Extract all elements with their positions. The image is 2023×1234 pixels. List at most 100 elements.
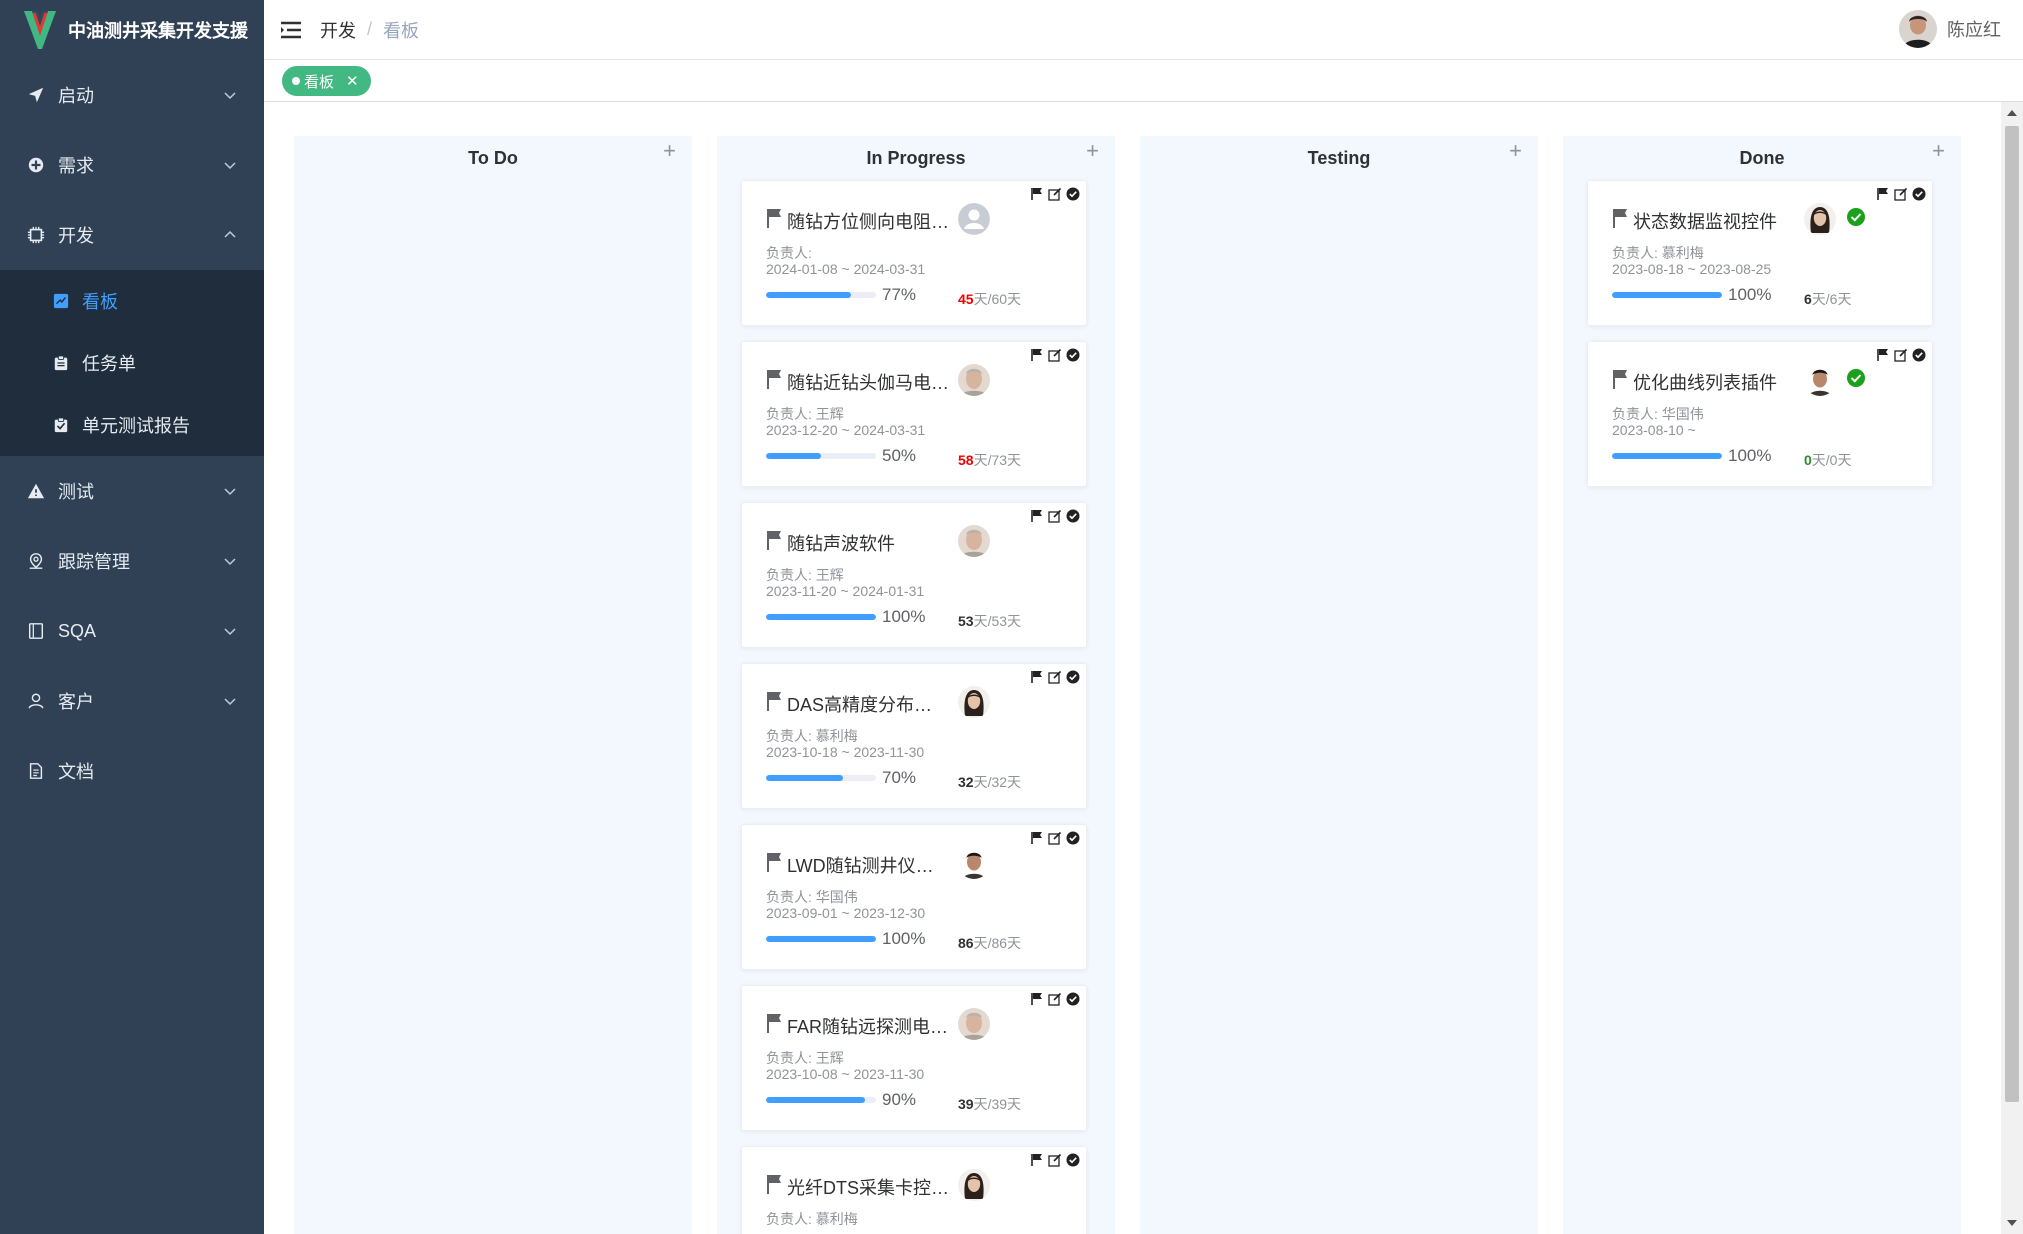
task-card[interactable]: 光纤DTS采集卡控… 负责人: 慕利梅 (741, 1146, 1087, 1234)
sidebar-item-label: 需求 (58, 156, 94, 176)
complete-check-icon[interactable] (1066, 348, 1080, 367)
card-dates: 2024-01-08 ~ 2024-03-31 (766, 261, 926, 277)
edit-icon[interactable] (1894, 348, 1908, 367)
breadcrumb-item-development[interactable]: 开发 (320, 17, 356, 43)
breadcrumb-separator: / (367, 19, 373, 39)
sidebar-item-task-list[interactable]: 任务单 (0, 332, 264, 394)
sidebar-item-sqa[interactable]: SQA (0, 596, 264, 666)
complete-check-icon[interactable] (1912, 348, 1926, 367)
vertical-scrollbar[interactable] (2001, 102, 2023, 1234)
sidebar: 中油测井采集开发支援 启动 需求 开发 看板 任务单 单元测试报告 测试 跟踪管… (0, 0, 264, 1234)
progress: 90% (766, 1090, 916, 1110)
scrollbar-thumb[interactable] (2005, 126, 2019, 1102)
sidebar-item-startup[interactable]: 启动 (0, 60, 264, 130)
card-title[interactable]: 随钻声波软件 (766, 529, 895, 556)
progress-percent: 100% (1728, 285, 1772, 304)
add-card-icon[interactable]: + (663, 140, 676, 162)
days-counter: 0天/0天 (1804, 450, 1851, 470)
flag-icon[interactable] (1876, 187, 1890, 206)
progress-bar (766, 775, 876, 781)
flag-icon[interactable] (1030, 831, 1044, 850)
add-card-icon[interactable]: + (1086, 140, 1099, 162)
progress-bar (1612, 453, 1722, 459)
sidebar-item-documents[interactable]: 文档 (0, 736, 264, 806)
edit-icon[interactable] (1048, 348, 1062, 367)
flag-icon[interactable] (1030, 992, 1044, 1011)
card-dates: 2023-09-01 ~ 2023-12-30 (766, 905, 926, 921)
document-icon (26, 761, 46, 781)
card-title[interactable]: 优化曲线列表插件 (1612, 368, 1777, 395)
days-used: 6 (1804, 291, 1812, 307)
task-card[interactable]: DAS高精度分布… 负责人: 慕利梅 2023-10-18 ~ 2023-11-30… (741, 663, 1087, 809)
task-card[interactable]: LWD随钻测井仪… 负责人: 华国伟 2023-09-01 ~ 2023-12-30… (741, 824, 1087, 970)
flag-icon[interactable] (1030, 187, 1044, 206)
card-title[interactable]: 状态数据监视控件 (1612, 207, 1777, 234)
add-card-icon[interactable]: + (1509, 140, 1522, 162)
card-title[interactable]: FAR随钻远探测电… (766, 1012, 948, 1039)
progress-percent: 77% (882, 285, 917, 304)
sidebar-item-unit-test-report[interactable]: 单元测试报告 (0, 394, 264, 456)
add-card-icon[interactable]: + (1932, 140, 1945, 162)
sidebar-item-board[interactable]: 看板 (0, 270, 264, 332)
user-avatar[interactable] (1899, 10, 1937, 48)
progress: 50% (766, 446, 916, 466)
sidebar-item-label: 文档 (58, 762, 94, 782)
flag-icon[interactable] (1030, 509, 1044, 528)
days-used: 39 (958, 1096, 974, 1112)
card-title[interactable]: 随钻近钻头伽马电… (766, 368, 949, 395)
close-icon[interactable]: ✕ (346, 72, 359, 90)
app-logo[interactable]: 中油测井采集开发支援 (0, 0, 264, 60)
tag-board[interactable]: 看板 ✕ (282, 66, 371, 96)
flag-outline-icon (766, 529, 787, 556)
complete-check-icon[interactable] (1066, 670, 1080, 689)
card-actions (1030, 348, 1080, 367)
complete-check-icon[interactable] (1066, 187, 1080, 206)
edit-icon[interactable] (1048, 831, 1062, 850)
card-title[interactable]: DAS高精度分布… (766, 690, 932, 717)
sidebar-item-requirements[interactable]: 需求 (0, 130, 264, 200)
card-actions (1030, 509, 1080, 528)
chevron-down-icon (224, 162, 236, 170)
sidebar-item-customers[interactable]: 客户 (0, 666, 264, 736)
hamburger-icon[interactable] (280, 21, 302, 39)
card-title[interactable]: 随钻方位侧向电阻… (766, 207, 949, 234)
edit-icon[interactable] (1048, 187, 1062, 206)
complete-check-icon[interactable] (1066, 509, 1080, 528)
task-card[interactable]: 状态数据监视控件 负责人: 慕利梅 2023-08-18 ~ 2023-08-25 1… (1587, 180, 1933, 326)
user-menu[interactable]: 陈应红 (1899, 10, 2001, 48)
complete-check-icon[interactable] (1066, 992, 1080, 1011)
edit-icon[interactable] (1894, 187, 1908, 206)
chevron-down-icon (224, 628, 236, 636)
card-title[interactable]: 光纤DTS采集卡控… (766, 1173, 949, 1200)
progress: 70% (766, 768, 916, 788)
complete-check-icon[interactable] (1066, 831, 1080, 850)
flag-icon[interactable] (1030, 670, 1044, 689)
complete-check-icon[interactable] (1912, 187, 1926, 206)
sidebar-item-tracking[interactable]: 跟踪管理 (0, 526, 264, 596)
flag-icon[interactable] (1030, 348, 1044, 367)
flag-icon[interactable] (1030, 1153, 1044, 1172)
edit-icon[interactable] (1048, 1153, 1062, 1172)
progress-bar (766, 1097, 876, 1103)
task-card[interactable]: FAR随钻远探测电… 负责人: 王辉 2023-10-08 ~ 2023-11-30… (741, 985, 1087, 1131)
flag-icon[interactable] (1876, 348, 1890, 367)
task-card[interactable]: 优化曲线列表插件 负责人: 华国伟 2023-08-10 ~ 100% 0天/0天 (1587, 341, 1933, 487)
done-check-icon (1847, 369, 1865, 387)
edit-icon[interactable] (1048, 509, 1062, 528)
scroll-up-arrow-icon[interactable] (2006, 108, 2018, 118)
edit-icon[interactable] (1048, 670, 1062, 689)
card-title[interactable]: LWD随钻测井仪… (766, 851, 934, 878)
progress-bar-fill (766, 1097, 865, 1103)
scroll-down-arrow-icon[interactable] (2006, 1218, 2018, 1228)
card-dates: 2023-08-18 ~ 2023-08-25 (1612, 261, 1772, 277)
task-card[interactable]: 随钻近钻头伽马电… 负责人: 王辉 2023-12-20 ~ 2024-03-31 5… (741, 341, 1087, 487)
task-card[interactable]: 随钻方位侧向电阻… 负责人: 2024-01-08 ~ 2024-03-31 77% 4… (741, 180, 1087, 326)
task-card[interactable]: 随钻声波软件 负责人: 王辉 2023-11-20 ~ 2024-01-31 100%… (741, 502, 1087, 648)
sidebar-item-development[interactable]: 开发 (0, 200, 264, 270)
edit-icon[interactable] (1048, 992, 1062, 1011)
notebook-icon (26, 621, 46, 641)
card-dates: 2023-12-20 ~ 2024-03-31 (766, 422, 926, 438)
chevron-down-icon (224, 698, 236, 706)
sidebar-item-testing[interactable]: 测试 (0, 456, 264, 526)
complete-check-icon[interactable] (1066, 1153, 1080, 1172)
